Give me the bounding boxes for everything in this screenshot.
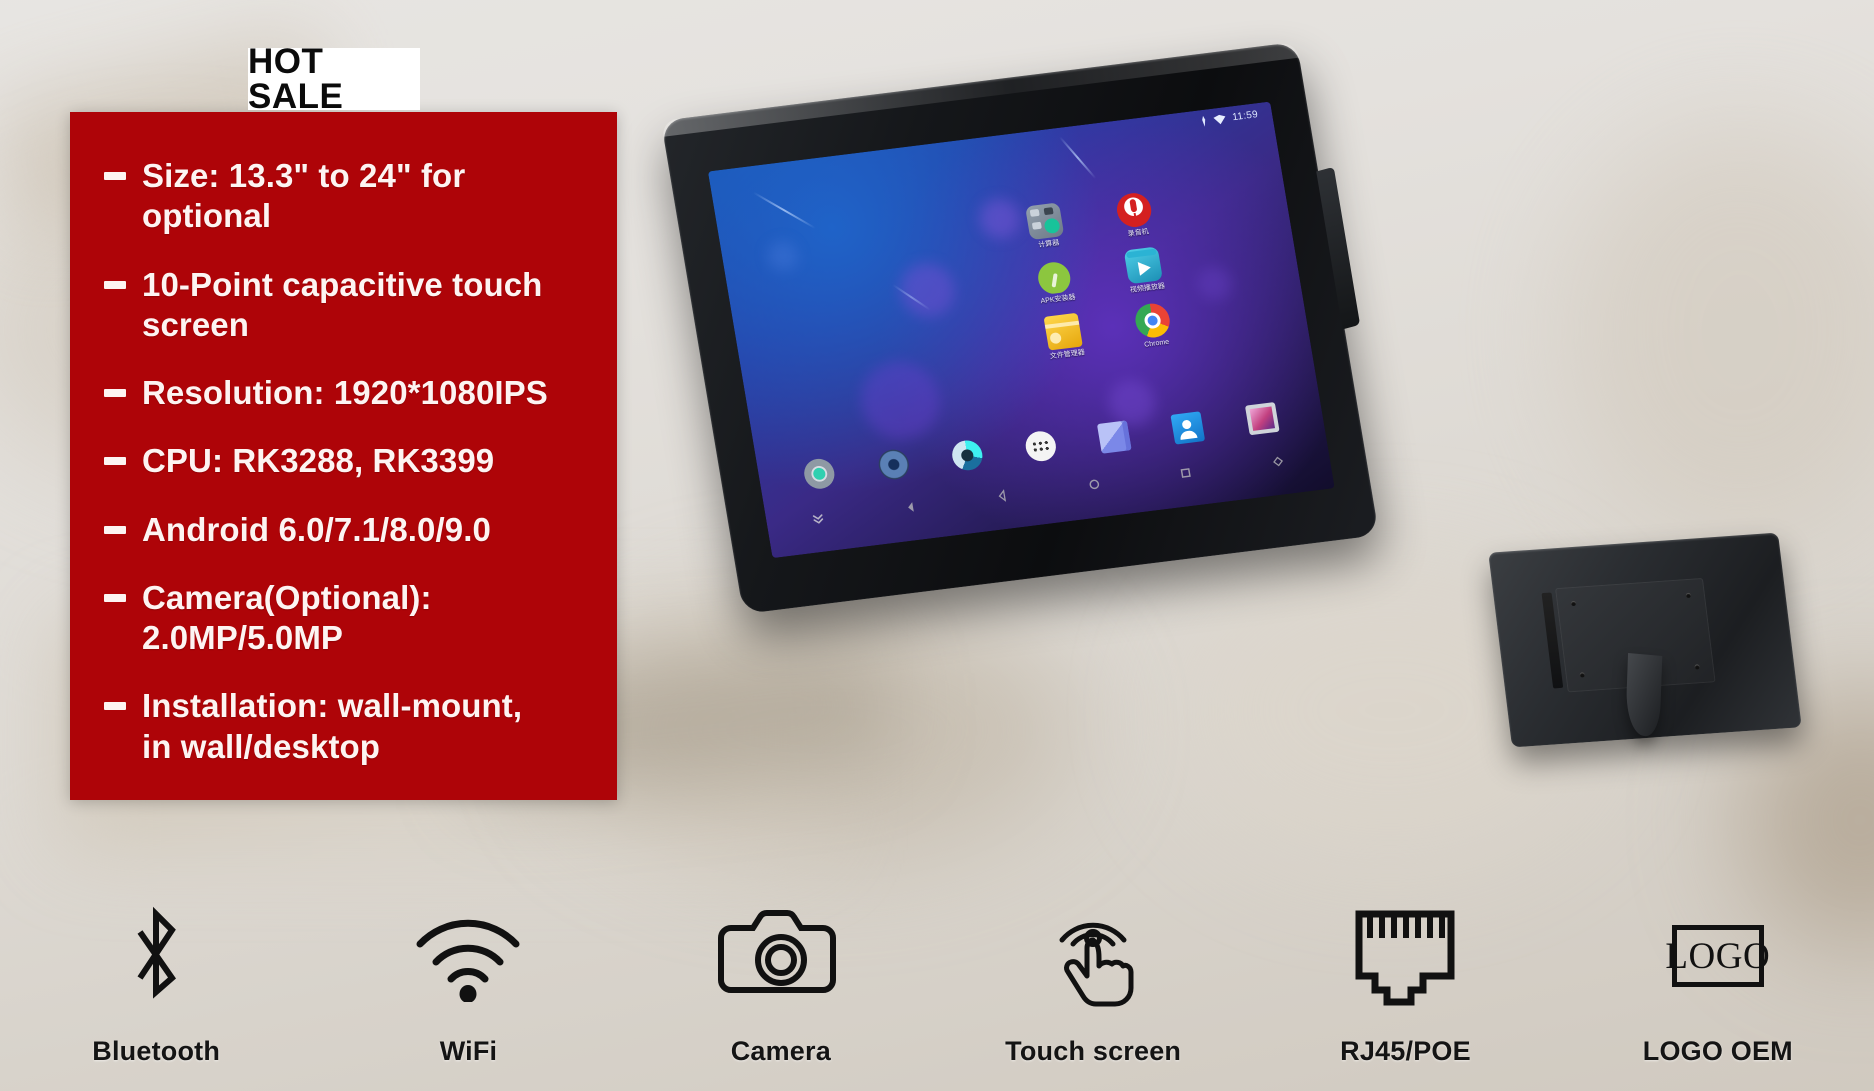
mount-screw	[1685, 592, 1692, 599]
feature-label: LOGO OEM	[1642, 1036, 1793, 1066]
app-grid: 计算器 录音机 APK安装器 视频播放器 文件管理器 Chrome	[1013, 190, 1188, 362]
emergency-mic-icon	[1114, 191, 1155, 230]
app-label: 计算器	[1037, 240, 1060, 250]
bullet-dash-icon	[104, 525, 126, 534]
cube-icon[interactable]	[1097, 420, 1132, 454]
mount-screw	[1579, 672, 1586, 678]
spec-text: Resolution: 1920*1080IPS	[142, 374, 548, 411]
spec-text: Camera(Optional): 2.0MP/5.0MP	[142, 578, 432, 656]
file-folder-icon	[1043, 313, 1084, 351]
logo-frame: LOGO	[1665, 925, 1770, 987]
app-item[interactable]: 视频播放器	[1111, 245, 1178, 296]
home-circle-icon[interactable]	[1086, 477, 1101, 491]
feature-rj45: RJ45/POE	[1249, 902, 1561, 1067]
status-time: 11:59	[1231, 108, 1259, 123]
hot-sale-badge: HOT SALE	[248, 44, 420, 114]
spec-text: Size: 13.3" to 24" for optional	[142, 157, 466, 235]
spec-panel: Size: 13.3" to 24" for optional 10-Point…	[70, 112, 617, 800]
app-item[interactable]: Chrome	[1120, 300, 1187, 351]
wifi-icon	[1213, 114, 1226, 124]
bullet-dash-icon	[104, 172, 126, 180]
feature-label: Camera	[730, 1036, 831, 1066]
app-item[interactable]: 计算器	[1013, 201, 1080, 252]
settings-gear-icon[interactable]	[802, 457, 837, 491]
spec-item: Camera(Optional): 2.0MP/5.0MP	[98, 578, 599, 659]
logo-box-icon: LOGO	[1665, 902, 1770, 1010]
mount-screw	[1570, 600, 1577, 607]
feature-bluetooth: Bluetooth	[0, 902, 312, 1067]
app-label: APK安装器	[1040, 294, 1077, 306]
feature-label: WiFi	[439, 1036, 498, 1066]
spec-item: Android 6.0/7.1/8.0/9.0	[98, 510, 599, 550]
spec-text: 10-Point capacitive touch screen	[142, 265, 543, 343]
sim-icon	[1202, 115, 1206, 127]
bullet-dash-icon	[104, 280, 126, 289]
bullet-dash-icon	[104, 457, 126, 466]
bullet-dash-icon	[104, 389, 126, 397]
triangle-back-icon[interactable]	[995, 488, 1010, 502]
hot-sale-label: HOT SALE	[248, 42, 344, 116]
app-label: Chrome	[1143, 339, 1170, 350]
spec-item: CPU: RK3288, RK3399	[98, 441, 599, 481]
bullet-dash-icon	[104, 702, 126, 711]
spec-item: Installation: wall-mount, in wall/deskto…	[98, 686, 599, 767]
logo-box-text: LOGO	[1665, 935, 1771, 977]
feature-logo-oem: LOGO LOGO OEM	[1562, 902, 1874, 1067]
tablet-screen[interactable]: 11:59 计算器 录音机 APK安装器 视频播放器 文件管理器 Chrome	[707, 101, 1335, 559]
feature-label: Bluetooth	[92, 1036, 221, 1066]
app-item[interactable]: APK安装器	[1022, 256, 1089, 307]
wallpaper-bokeh	[765, 239, 801, 273]
calculator-icon	[1025, 202, 1065, 241]
feature-icon-row: Bluetooth WiFi Camera Touch screen RJ45/…	[0, 837, 1874, 1067]
spec-list: Size: 13.3" to 24" for optional 10-Point…	[70, 112, 617, 800]
wallpaper-bokeh	[895, 259, 959, 320]
bluetooth-icon	[118, 902, 194, 1010]
app-drawer-icon[interactable]	[1023, 429, 1059, 464]
chrome-icon	[1133, 302, 1173, 340]
back-icon[interactable]	[903, 500, 918, 514]
feature-wifi: WiFi	[312, 902, 624, 1067]
app-item[interactable]: 录音机	[1102, 190, 1169, 241]
wallpaper-bokeh	[1194, 264, 1235, 303]
spec-text: Installation: wall-mount, in wall/deskto…	[142, 687, 523, 765]
spec-item: Size: 13.3" to 24" for optional	[98, 156, 599, 237]
spec-text: Android 6.0/7.1/8.0/9.0	[142, 510, 491, 548]
spec-item: Resolution: 1920*1080IPS	[98, 373, 599, 413]
menu-diamond-icon[interactable]	[1270, 454, 1285, 468]
contacts-icon[interactable]	[1170, 411, 1206, 445]
spec-text: CPU: RK3288, RK3399	[142, 442, 495, 480]
gallery-icon[interactable]	[1244, 402, 1280, 436]
chevron-double-down-icon[interactable]	[811, 511, 826, 525]
app-label: 录音机	[1127, 228, 1150, 239]
feature-touch-screen: Touch screen	[937, 902, 1249, 1067]
video-player-icon	[1124, 246, 1164, 285]
wifi-icon	[410, 902, 526, 1010]
camera-icon	[715, 902, 847, 1010]
recents-square-icon[interactable]	[1178, 465, 1193, 479]
mount-screw	[1694, 664, 1700, 670]
touch-hand-icon	[1038, 902, 1148, 1010]
feature-camera: Camera	[625, 902, 937, 1067]
tablet-front-view: 11:59 计算器 录音机 APK安装器 视频播放器 文件管理器 Chrome	[660, 41, 1380, 615]
feature-label: RJ45/POE	[1340, 1036, 1471, 1066]
camera-lens-icon[interactable]	[949, 439, 985, 473]
speaker-icon[interactable]	[875, 448, 911, 482]
wallpaper-streak	[752, 191, 816, 230]
spec-item: 10-Point capacitive touch screen	[98, 265, 599, 346]
android-tools-icon	[1034, 258, 1075, 296]
rj45-jack-icon	[1349, 902, 1461, 1010]
wallpaper-bokeh	[855, 356, 946, 444]
tablet-rear-view	[1488, 532, 1802, 748]
feature-label: Touch screen	[1005, 1036, 1182, 1066]
app-item[interactable]: 文件管理器	[1031, 312, 1098, 363]
app-label: 视频播放器	[1129, 283, 1166, 295]
app-label: 文件管理器	[1049, 349, 1086, 361]
bullet-dash-icon	[104, 593, 126, 602]
